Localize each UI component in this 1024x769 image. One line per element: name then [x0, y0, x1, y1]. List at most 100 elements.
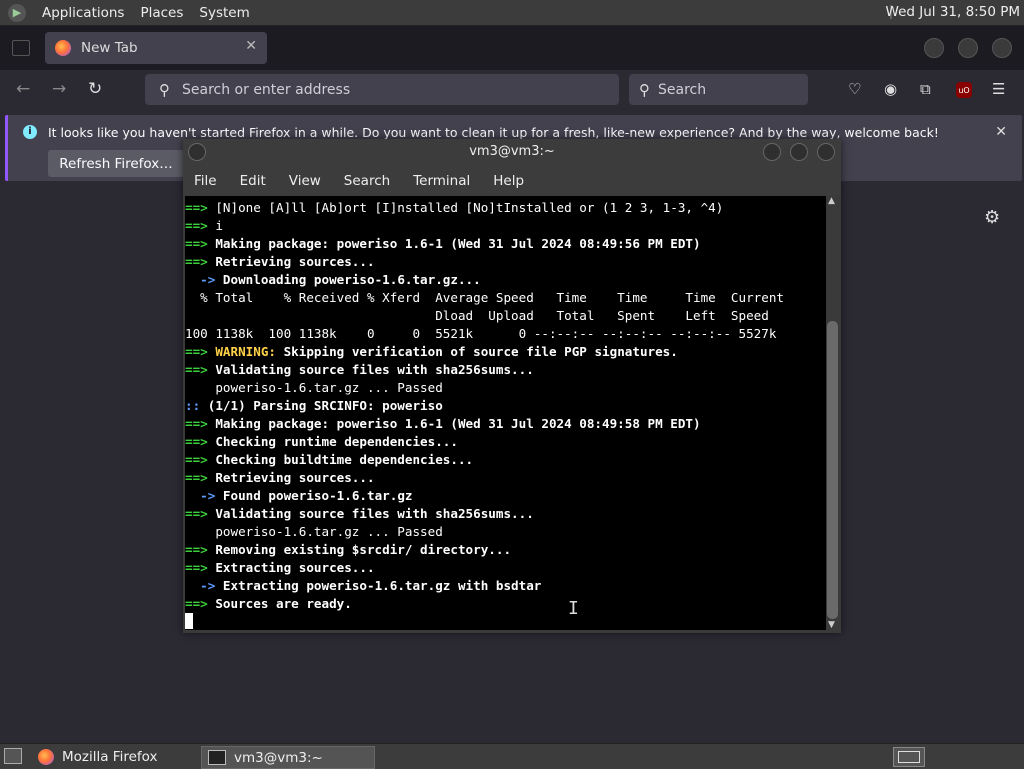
terminal-line: ==> i [185, 217, 826, 235]
terminal-line: -> Extracting poweriso-1.6.tar.gz with b… [185, 577, 826, 595]
line-text: Retrieving sources... [207, 470, 375, 485]
close-tab-icon[interactable]: ✕ [245, 38, 257, 54]
tab-overview-icon[interactable] [12, 40, 30, 56]
search-placeholder: Search [658, 81, 707, 98]
close-window-button[interactable] [992, 38, 1012, 58]
scrollbar-thumb[interactable] [827, 321, 838, 619]
terminal-title: vm3@vm3:~ [469, 144, 555, 159]
line-marker: ==> [185, 344, 208, 359]
line-marker: ==> [185, 236, 208, 251]
workspace-switcher[interactable] [893, 747, 925, 767]
line-marker: ==> [185, 200, 208, 215]
line-text: poweriso-1.6.tar.gz ... Passed [185, 380, 443, 395]
scroll-up-icon[interactable]: ▲ [828, 196, 835, 206]
terminal-line: % Total % Received % Xferd Average Speed… [185, 289, 826, 307]
account-icon[interactable]: ◉ [884, 80, 897, 98]
taskbar-label: Mozilla Firefox [62, 748, 158, 765]
terminal-line: 100 1138k 100 1138k 0 0 5521k 0 --:--:--… [185, 325, 826, 343]
terminal-line: Dload Upload Total Spent Left Speed [185, 307, 826, 325]
line-text: poweriso-1.6.tar.gz ... Passed [185, 524, 443, 539]
menu-file[interactable]: File [194, 173, 217, 189]
terminal-line: ==> Removing existing $srcdir/ directory… [185, 541, 826, 559]
line-text: Removing existing $srcdir/ directory... [207, 542, 512, 557]
terminal-screen[interactable]: ==> [N]one [A]ll [Ab]ort [I]nstalled [No… [185, 196, 826, 630]
maximize-button[interactable] [958, 38, 978, 58]
line-text: Extracting sources... [207, 560, 375, 575]
scroll-down-icon[interactable]: ▼ [828, 620, 835, 630]
terminal-prompt-line [185, 613, 826, 630]
terminal-cursor [185, 613, 193, 629]
search-icon: ⚲ [159, 80, 170, 99]
refresh-firefox-button[interactable]: Refresh Firefox… [48, 150, 184, 177]
firefox-nav-bar: ← → ↻ ⚲ Search or enter address ⚲ Search… [0, 70, 1024, 110]
line-marker: ==> [185, 452, 208, 467]
search-icon: ⚲ [639, 80, 650, 99]
menu-help[interactable]: Help [493, 173, 524, 189]
line-text: Downloading poweriso-1.6.tar.gz... [215, 272, 481, 287]
line-marker: ==> [185, 506, 208, 521]
line-text: [N]one [A]ll [Ab]ort [I]nstalled [No]tIn… [207, 200, 724, 215]
close-button[interactable] [817, 143, 835, 161]
taskbar-item-firefox[interactable]: Mozilla Firefox [32, 746, 200, 767]
url-placeholder: Search or enter address [182, 81, 351, 98]
line-text: Checking runtime dependencies... [207, 434, 458, 449]
terminal-line: ==> Sources are ready. [185, 595, 826, 613]
notification-message: It looks like you haven't started Firefo… [48, 125, 939, 140]
applications-menu[interactable]: Applications [42, 5, 124, 21]
ublock-origin-icon[interactable]: uO [956, 82, 972, 98]
terminal-scrollbar[interactable]: ▲ ▼ [826, 196, 839, 630]
line-text: Dload Upload Total Spent Left Speed [185, 308, 769, 323]
terminal-output: ==> [N]one [A]ll [Ab]ort [I]nstalled [No… [185, 196, 826, 630]
line-text: Checking buildtime dependencies... [207, 452, 474, 467]
menu-view[interactable]: View [289, 173, 321, 189]
terminal-line: ==> Extracting sources... [185, 559, 826, 577]
search-bar[interactable]: ⚲ Search [629, 74, 808, 105]
line-text: Making package: poweriso 1.6-1 (Wed 31 J… [207, 236, 701, 251]
menu-edit[interactable]: Edit [240, 173, 266, 189]
show-desktop-icon[interactable] [4, 748, 22, 764]
reload-icon[interactable]: ↻ [88, 79, 102, 99]
line-text: WARNING: [207, 344, 276, 359]
places-menu[interactable]: Places [140, 5, 183, 21]
taskbar-item-terminal[interactable]: vm3@vm3:~ [201, 746, 375, 769]
terminal-line: ==> Checking buildtime dependencies... [185, 451, 826, 469]
system-menu[interactable]: System [199, 5, 249, 21]
terminal-line: poweriso-1.6.tar.gz ... Passed [185, 379, 826, 397]
maximize-button[interactable] [790, 143, 808, 161]
terminal-window: vm3@vm3:~ File Edit View Search Terminal… [183, 139, 841, 633]
close-notification-icon[interactable]: ✕ [995, 124, 1007, 140]
terminal-line: ==> Retrieving sources... [185, 253, 826, 271]
url-bar[interactable]: ⚲ Search or enter address [145, 74, 619, 105]
terminal-line: ==> Validating source files with sha256s… [185, 361, 826, 379]
terminal-line: -> Downloading poweriso-1.6.tar.gz... [185, 271, 826, 289]
menu-search[interactable]: Search [344, 173, 390, 189]
line-marker: ==> [185, 542, 208, 557]
gear-icon[interactable]: ⚙ [984, 207, 1000, 228]
terminal-line: ==> Validating source files with sha256s… [185, 505, 826, 523]
extensions-icon[interactable]: ⧉ [920, 80, 931, 98]
terminal-line: ==> [N]one [A]ll [Ab]ort [I]nstalled [No… [185, 199, 826, 217]
back-arrow-icon[interactable]: ← [16, 79, 30, 99]
terminal-title-bar[interactable]: vm3@vm3:~ [183, 139, 841, 167]
line-text: i [207, 218, 223, 233]
terminal-line: :: (1/1) Parsing SRCINFO: poweriso [185, 397, 826, 415]
hamburger-menu-icon[interactable]: ☰ [992, 80, 1005, 98]
minimize-button[interactable] [924, 38, 944, 58]
clock[interactable]: Wed Jul 31, 8:50 PM [886, 4, 1020, 20]
minimize-button[interactable] [763, 143, 781, 161]
terminal-line: -> Found poweriso-1.6.tar.gz [185, 487, 826, 505]
terminal-line: ==> WARNING: Skipping verification of so… [185, 343, 826, 361]
line-marker: ==> [185, 596, 208, 611]
menu-terminal[interactable]: Terminal [413, 173, 470, 189]
text-cursor-icon: I [568, 598, 579, 619]
firefox-icon [55, 40, 71, 56]
line-marker: ==> [185, 470, 208, 485]
firefox-tab-bar: New Tab ✕ [0, 26, 1024, 70]
pocket-icon[interactable]: ♡ [848, 80, 861, 98]
forward-arrow-icon[interactable]: → [52, 79, 66, 99]
line-text: (1/1) Parsing SRCINFO: poweriso [200, 398, 443, 413]
tab-new-tab[interactable]: New Tab ✕ [45, 32, 267, 64]
distro-logo-icon[interactable]: ▶ [8, 3, 26, 22]
window-menu-button[interactable] [188, 143, 206, 161]
top-panel: ▶ Applications Places System Wed Jul 31,… [0, 0, 1024, 26]
